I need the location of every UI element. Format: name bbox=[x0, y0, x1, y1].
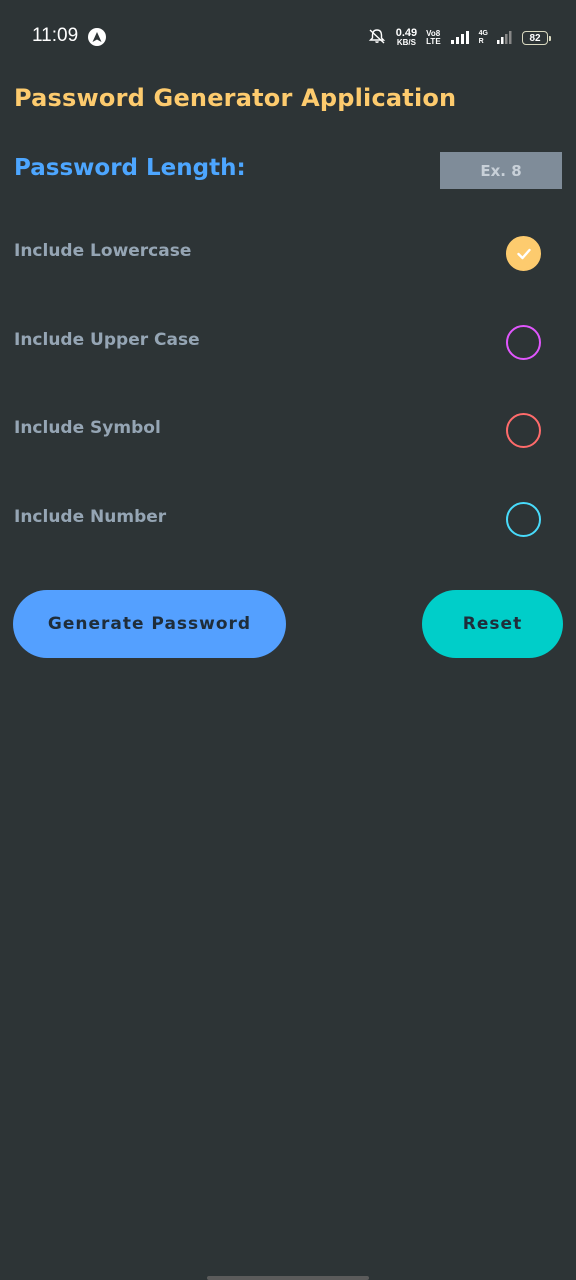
checkbox-number[interactable] bbox=[506, 502, 541, 537]
option-label-lowercase: Include Lowercase bbox=[14, 241, 192, 261]
reset-button[interactable]: Reset bbox=[422, 590, 563, 658]
home-indicator[interactable] bbox=[207, 1276, 369, 1280]
password-length-label: Password Length: bbox=[14, 155, 246, 181]
network-speed: 0.49 KB/S bbox=[395, 27, 418, 48]
speed-unit: KB/S bbox=[396, 38, 416, 47]
option-label-number: Include Number bbox=[14, 507, 167, 527]
page-title: Password Generator Application bbox=[14, 84, 457, 112]
status-icons: 0.49 KB/S Vo8 LTE 4G R 82 bbox=[367, 26, 551, 50]
checkbox-lowercase[interactable] bbox=[506, 236, 541, 271]
battery-icon: 82 bbox=[522, 31, 551, 45]
speed-value: 0.49 bbox=[395, 27, 418, 39]
checkbox-uppercase[interactable] bbox=[506, 325, 541, 360]
volte-indicator: Vo8 LTE bbox=[426, 30, 441, 46]
password-length-input[interactable] bbox=[440, 152, 562, 189]
network-type-top: 4G bbox=[478, 30, 488, 37]
checkbox-symbol[interactable] bbox=[506, 413, 541, 448]
network-type: 4G R bbox=[479, 30, 488, 46]
status-time: 11:09 bbox=[32, 25, 79, 46]
option-label-uppercase: Include Upper Case bbox=[14, 330, 200, 350]
signal-strength-icon-2 bbox=[497, 29, 513, 48]
navigation-arrow-icon bbox=[88, 28, 106, 46]
status-bar: 11:09 0.49 KB/S Vo8 LTE 4G R 82 bbox=[0, 0, 576, 76]
volte-bottom: LTE bbox=[426, 37, 441, 46]
network-type-bottom: R bbox=[478, 38, 484, 45]
checkmark-icon bbox=[517, 248, 531, 260]
mute-bell-icon bbox=[367, 28, 387, 48]
app-screen: 11:09 0.49 KB/S Vo8 LTE 4G R 82 Password… bbox=[0, 0, 576, 1280]
generate-password-button[interactable]: Generate Password bbox=[13, 590, 286, 658]
option-label-symbol: Include Symbol bbox=[14, 418, 161, 438]
signal-strength-icon bbox=[450, 29, 470, 48]
